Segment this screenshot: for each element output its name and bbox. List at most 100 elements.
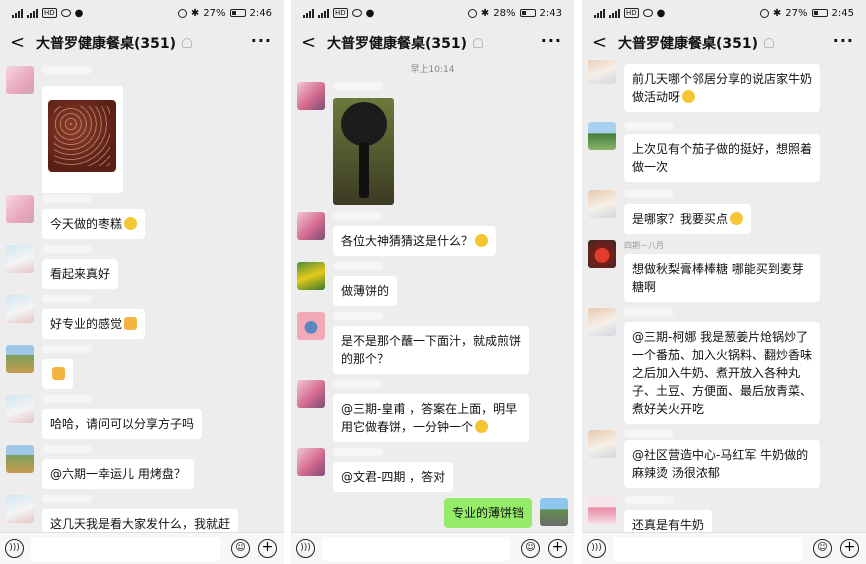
avatar[interactable] — [6, 345, 34, 373]
message-bubble[interactable]: 做薄饼的 — [333, 276, 398, 306]
status-bar: HD ● ✱ 27% 2:45 — [582, 0, 866, 26]
avatar[interactable] — [588, 496, 616, 524]
message-item: 还真是有牛奶 — [588, 496, 860, 532]
chat-screen-1: HD ● ✱ 27% 2:46 < 大普罗健康餐桌(351) ··· 今天做的枣糕 看… — [0, 0, 284, 564]
message-bubble[interactable]: 好专业的感觉 — [42, 309, 146, 339]
avatar[interactable] — [6, 195, 34, 223]
back-button[interactable]: < — [301, 34, 319, 52]
message-bubble[interactable]: 看起来真好 — [42, 259, 119, 289]
back-button[interactable]: < — [10, 34, 28, 52]
message-item: @三期-柯娜 我是葱姜片炝锅炒了一个番茄、加入火锅料、翻炒香味之后加入牛奶、煮开… — [588, 308, 860, 426]
wechat-icon: ● — [656, 7, 666, 19]
nickname-blurred — [624, 122, 674, 130]
message-bubble[interactable]: 各位大神猜猜这是什么？ — [333, 226, 497, 256]
more-button[interactable]: ··· — [833, 33, 854, 49]
avatar[interactable] — [588, 308, 616, 336]
avatar[interactable] — [297, 380, 325, 408]
grin-emoji-icon — [475, 420, 489, 433]
image-message-jujube-cake[interactable] — [42, 86, 123, 193]
back-button[interactable]: < — [592, 34, 610, 52]
avatar[interactable] — [588, 190, 616, 218]
voice-icon[interactable]: ))) — [296, 539, 315, 558]
time-divider: 早上10:14 — [410, 65, 455, 75]
message-list[interactable]: 今天做的枣糕 看起来真好 好专业的感觉 哈哈，请问可以分享方子吗 @六期一幸运儿… — [0, 60, 284, 532]
avatar[interactable] — [588, 240, 616, 268]
message-bubble[interactable]: 上次见有个茄子做的挺好，想照着做一次 — [624, 134, 820, 182]
message-bubble-own[interactable]: 专业的薄饼铛 — [443, 498, 532, 528]
avatar[interactable] — [297, 212, 325, 240]
alarm-icon — [759, 8, 769, 18]
status-time: 2:46 — [249, 7, 272, 19]
message-input[interactable] — [613, 537, 802, 561]
avatar[interactable] — [297, 448, 325, 476]
more-button[interactable]: ··· — [251, 33, 272, 49]
voice-icon[interactable]: ))) — [5, 539, 24, 558]
bluetooth-icon: ✱ — [772, 7, 782, 19]
avatar[interactable] — [6, 295, 34, 323]
emoji-icon[interactable]: ☺ — [813, 539, 832, 558]
message-input[interactable] — [31, 537, 220, 561]
thumbs-up-emoji-icon — [124, 317, 138, 330]
message-input[interactable] — [322, 537, 510, 561]
nickname-blurred — [42, 66, 92, 74]
more-button[interactable]: ··· — [541, 33, 562, 49]
avatar[interactable] — [6, 395, 34, 423]
nickname-blurred — [42, 345, 92, 353]
avatar[interactable] — [297, 82, 325, 110]
message-item — [6, 66, 278, 196]
message-item: 看起来真好 — [6, 245, 278, 291]
eye-icon — [60, 9, 71, 17]
message-bubble[interactable]: @文君-四期 ，答对 — [333, 462, 454, 492]
chat-title: 大普罗健康餐桌(351) — [618, 36, 759, 52]
message-bubble[interactable]: @三期-柯娜 我是葱姜片炝锅炒了一个番茄、加入火锅料、翻炒香味之后加入牛奶、煮开… — [624, 322, 820, 424]
bluetooth-icon: ✱ — [480, 7, 490, 19]
message-list[interactable]: 早上10:14 各位大神猜猜这是什么？ 做薄饼的 是不是那个蘸一下面汁，就成煎饼… — [291, 60, 574, 532]
message-bubble[interactable]: @社区营造中心-马红军 牛奶做的麻辣烫 汤很浓郁 — [624, 440, 820, 488]
avatar[interactable] — [588, 430, 616, 458]
avatar[interactable] — [540, 498, 568, 526]
message-item: @社区营造中心-马红军 牛奶做的麻辣烫 汤很浓郁 — [588, 430, 860, 492]
status-time: 2:43 — [539, 7, 562, 19]
nickname-blurred — [42, 295, 92, 303]
avatar[interactable] — [588, 60, 616, 84]
grin-emoji-icon — [475, 234, 489, 247]
message-bubble[interactable]: 前几天哪个邻居分享的说店家牛奶做活动呀 — [624, 64, 820, 112]
plus-icon[interactable]: + — [548, 539, 567, 558]
message-item — [297, 82, 568, 212]
battery-icon — [229, 9, 246, 17]
message-list[interactable]: 前几天哪个邻居分享的说店家牛奶做活动呀 上次见有个茄子做的挺好，想照着做一次 是… — [582, 60, 866, 532]
avatar[interactable] — [588, 122, 616, 150]
signal-icon — [318, 8, 329, 18]
nickname-blurred — [333, 212, 383, 220]
message-bubble[interactable]: 想做秋梨膏棒棒糖 哪能买到麦芽糖啊 — [624, 254, 820, 302]
message-bubble[interactable]: 今天做的枣糕 — [42, 209, 146, 239]
message-bubble[interactable]: @三期-皇甫 ，答案在上面，明早用它做春饼，一分钟一个 — [333, 394, 529, 442]
emoji-icon[interactable]: ☺ — [521, 539, 540, 558]
avatar[interactable] — [6, 66, 34, 94]
avatar[interactable] — [297, 312, 325, 340]
plus-icon[interactable]: + — [258, 539, 277, 558]
avatar[interactable] — [6, 245, 34, 273]
plus-icon[interactable]: + — [840, 539, 859, 558]
status-bar: HD ● ✱ 28% 2:43 — [291, 0, 574, 26]
avatar[interactable] — [6, 495, 34, 523]
emoji-icon[interactable]: ☺ — [231, 539, 250, 558]
image-message-crepe-pan[interactable] — [333, 98, 394, 205]
eye-icon — [642, 9, 653, 17]
signal-icon — [594, 8, 605, 18]
thumbs-up-emoji-icon — [52, 367, 65, 380]
message-bubble[interactable]: 是不是那个蘸一下面汁，就成煎饼的那个？ — [333, 326, 529, 374]
message-bubble[interactable]: @六期一幸运儿 用烤盘？ — [42, 459, 194, 489]
message-bubble[interactable] — [42, 359, 73, 389]
mute-icon — [182, 38, 193, 48]
voice-icon[interactable]: ))) — [587, 539, 606, 558]
avatar[interactable] — [6, 445, 34, 473]
grin-emoji-icon — [682, 90, 696, 103]
chat-screen-2: HD ● ✱ 28% 2:43 < 大普罗健康餐桌(351) ··· 早上10:14 … — [291, 0, 574, 564]
message-bubble[interactable]: 是哪家？我要买点 — [624, 204, 752, 234]
message-bubble[interactable]: 哈哈，请问可以分享方子吗 — [42, 409, 203, 439]
message-bubble[interactable]: 还真是有牛奶 — [624, 510, 713, 532]
message-item: 哈哈，请问可以分享方子吗 — [6, 395, 278, 441]
avatar[interactable] — [297, 262, 325, 290]
message-bubble[interactable]: 这几天我是看大家发什么，我就赶 — [42, 509, 239, 532]
